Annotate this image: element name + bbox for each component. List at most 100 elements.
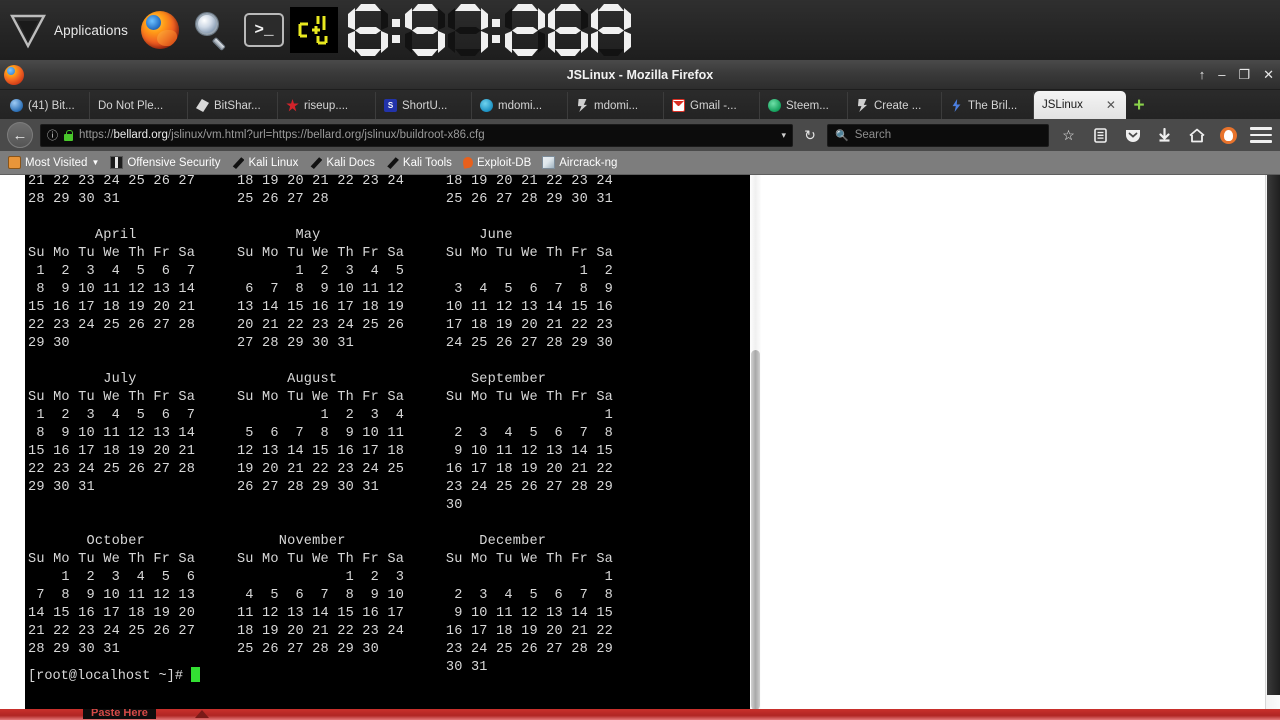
kali-dragon-icon — [310, 157, 323, 169]
tab-riseup[interactable]: riseup.... — [278, 92, 376, 119]
most-visited-icon — [8, 156, 21, 169]
clock-digit — [348, 4, 388, 56]
tab-mdomi-2[interactable]: mdomi... — [568, 92, 664, 119]
gmail-icon — [672, 99, 685, 112]
chevron-down-icon[interactable]: ▼ — [91, 158, 99, 167]
tab-create[interactable]: Create ... — [848, 92, 942, 119]
tab-label: (41) Bit... — [28, 99, 75, 112]
exploit-db-icon — [462, 156, 474, 169]
tab-do-not-ple[interactable]: Do Not Ple... — [90, 92, 188, 119]
chevron-down-icon[interactable]: ▾ — [781, 130, 786, 141]
tab-label: Create ... — [874, 99, 922, 112]
reload-button[interactable]: ↻ — [800, 127, 820, 144]
tab-bitshares[interactable]: BitShar... — [188, 92, 278, 119]
window-titlebar: JSLinux - Mozilla Firefox ↑ – ❐ ✕ — [0, 60, 1280, 90]
jslinux-terminal[interactable]: 21 22 23 24 25 26 27 18 19 20 21 22 23 2… — [25, 175, 750, 720]
desktop-top-panel: Applications >_ — [0, 0, 1280, 60]
bookmark-offensive-security[interactable]: Offensive Security — [106, 155, 224, 170]
home-icon[interactable] — [1184, 123, 1209, 148]
window-controls: ↑ – ❐ ✕ — [1199, 68, 1274, 81]
site-info-icon[interactable]: ⓘ — [47, 127, 58, 143]
page-content: 21 22 23 24 25 26 27 18 19 20 21 22 23 2… — [0, 175, 1280, 720]
duckduckgo-icon[interactable] — [1216, 123, 1241, 148]
address-bar[interactable]: ⓘ https://bellard.org/jslinux/vm.html?ur… — [40, 123, 793, 147]
taskbar-item[interactable]: Paste Here — [83, 709, 156, 719]
tab-label: ShortU... — [402, 99, 448, 112]
bookmark-aircrack-ng[interactable]: Aircrack-ng — [538, 155, 621, 170]
clock-digit — [405, 4, 445, 56]
search-icon: 🔍 — [835, 129, 849, 142]
steem-icon — [577, 99, 588, 112]
applications-label: Applications — [54, 22, 128, 38]
bookmark-star-icon[interactable]: ☆ — [1056, 123, 1081, 148]
maximize-button[interactable]: ❐ — [1238, 68, 1250, 81]
bookmark-label: Kali Linux — [248, 156, 299, 169]
app-launcher-yellow[interactable] — [290, 0, 338, 60]
terminal-scrollbar[interactable] — [750, 175, 761, 720]
tab-label: mdomi... — [498, 99, 543, 112]
bookmark-exploit-db[interactable]: Exploit-DB — [459, 156, 535, 170]
clock-digit — [548, 4, 588, 56]
new-tab-button[interactable]: + — [1126, 92, 1152, 119]
tab-the-brilliant[interactable]: The Bril... — [942, 92, 1034, 119]
clock-colon — [491, 4, 502, 56]
tab-label: The Bril... — [968, 99, 1018, 112]
close-button[interactable]: ✕ — [1263, 68, 1274, 81]
tab-jslinux[interactable]: JSLinux ✕ — [1034, 91, 1126, 119]
padlock-green-icon — [64, 129, 73, 141]
bookmark-label: Aircrack-ng — [559, 156, 618, 169]
firefox-icon — [141, 11, 179, 49]
tab-label: riseup.... — [304, 99, 349, 112]
terminal-cursor — [191, 667, 201, 682]
terminal-scrollbar-thumb[interactable] — [751, 350, 760, 710]
tab-bit[interactable]: (41) Bit... — [2, 92, 90, 119]
tab-shorturl[interactable]: S ShortU... — [376, 92, 472, 119]
bookmark-kali-linux[interactable]: Kali Linux — [227, 155, 302, 170]
terminal-icon: >_ — [244, 13, 284, 47]
pocket-icon[interactable] — [1120, 123, 1145, 148]
bookmark-label: Most Visited — [25, 156, 88, 169]
firefox-window: JSLinux - Mozilla Firefox ↑ – ❐ ✕ (41) B… — [0, 60, 1280, 720]
tab-label: Steem... — [786, 99, 829, 112]
tab-steemit[interactable]: Steem... — [760, 92, 848, 119]
bookmark-label: Kali Docs — [326, 156, 375, 169]
tab-gmail[interactable]: Gmail -... — [664, 92, 760, 119]
applications-menu-button[interactable]: Applications — [0, 0, 134, 60]
bookmark-label: Exploit-DB — [476, 156, 532, 169]
page-scrollbar[interactable]: ▲ ▼ — [1265, 175, 1280, 720]
firefox-launcher[interactable] — [134, 0, 186, 60]
tab-close-icon[interactable]: ✕ — [1106, 98, 1116, 112]
tab-label: Do Not Ple... — [98, 99, 164, 112]
bookmark-kali-tools[interactable]: Kali Tools — [382, 155, 456, 170]
back-button[interactable]: ← — [7, 122, 33, 148]
globe-blue-icon — [10, 99, 23, 112]
lightning-icon — [952, 99, 961, 112]
navigation-toolbar: ← ⓘ https://bellard.org/jslinux/vm.html?… — [0, 119, 1280, 151]
downloads-icon[interactable] — [1152, 123, 1177, 148]
menu-hamburger-icon[interactable] — [1248, 123, 1273, 148]
url-text: https://bellard.org/jslinux/vm.html?url=… — [79, 129, 485, 141]
terminal-prompt-line: [root@localhost ~]# — [28, 667, 201, 684]
search-bar[interactable]: 🔍 Search — [827, 123, 1049, 147]
offensive-security-icon — [110, 156, 124, 169]
steem-circle-icon — [480, 99, 493, 112]
bookmarks-toolbar: Most Visited ▼ Offensive Security Kali L… — [0, 151, 1280, 175]
magnifier-launcher[interactable] — [186, 0, 238, 60]
clock-digit — [505, 4, 545, 56]
reader-list-icon[interactable] — [1088, 123, 1113, 148]
riseup-star-icon — [286, 99, 299, 112]
bookmark-most-visited[interactable]: Most Visited ▼ — [4, 155, 103, 170]
page-scrollbar-thumb[interactable] — [1267, 175, 1280, 695]
terminal-launcher[interactable]: >_ — [238, 0, 290, 60]
tab-mdomi-1[interactable]: mdomi... — [472, 92, 568, 119]
tab-label: Gmail -... — [690, 99, 737, 112]
bookmark-kali-docs[interactable]: Kali Docs — [305, 155, 379, 170]
minimize-button[interactable]: – — [1218, 68, 1225, 81]
kali-dragon-icon — [387, 157, 399, 169]
rollup-button[interactable]: ↑ — [1199, 68, 1206, 81]
bitshares-icon — [196, 99, 209, 112]
shorturl-icon: S — [384, 99, 397, 112]
window-title: JSLinux - Mozilla Firefox — [566, 67, 714, 82]
terminal-output: 21 22 23 24 25 26 27 18 19 20 21 22 23 2… — [28, 175, 614, 675]
search-input[interactable]: Search — [855, 129, 891, 141]
